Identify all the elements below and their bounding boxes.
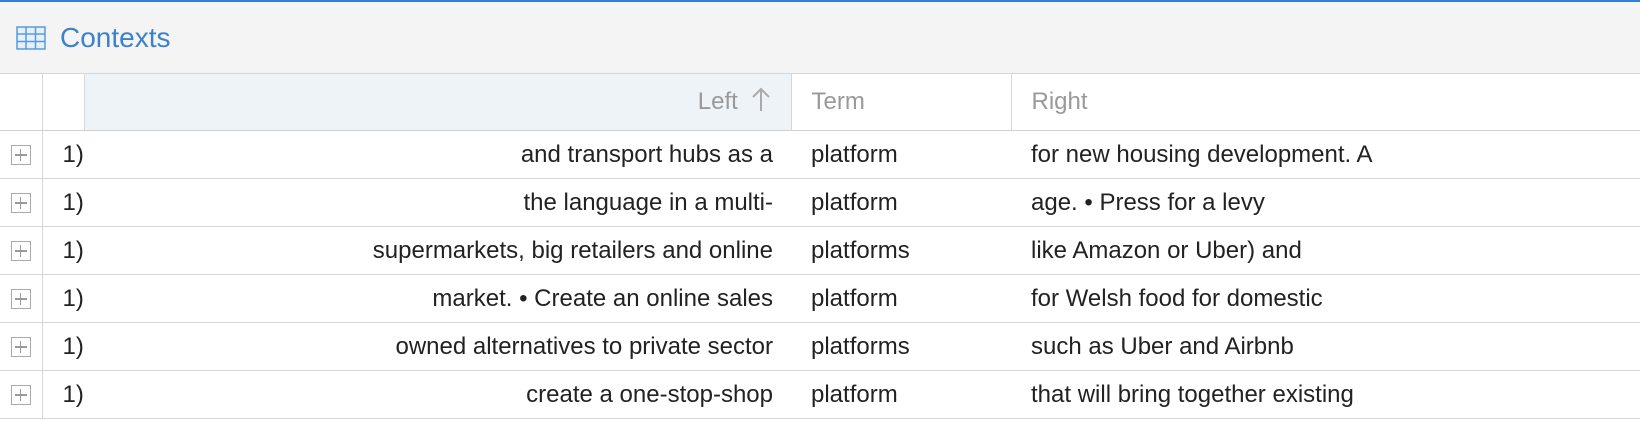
header-expand-column <box>0 74 43 131</box>
panel-title: Contexts <box>60 21 171 53</box>
expand-plus-icon[interactable] <box>10 385 31 406</box>
context-right: that will bring together existing <box>1011 370 1640 419</box>
row-number: 1) <box>42 226 84 275</box>
expand-plus-icon[interactable] <box>10 337 31 358</box>
context-right: age. • Press for a levy <box>1011 178 1640 227</box>
context-right: for Welsh food for domestic <box>1011 274 1640 323</box>
table-row[interactable]: 1) supermarkets, big retailers and online… <box>0 226 1640 275</box>
column-header-left[interactable]: Left <box>84 74 792 131</box>
column-header-term[interactable]: Term <box>791 74 1012 131</box>
expand-plus-icon[interactable] <box>10 289 31 310</box>
context-right: like Amazon or Uber) and <box>1011 226 1640 275</box>
context-left: owned alternatives to private sector <box>84 322 791 371</box>
row-expand-cell[interactable] <box>0 274 43 323</box>
expand-plus-icon[interactable] <box>10 241 31 262</box>
table-row[interactable]: 1) create a one-stop-shop platform that wil… <box>0 370 1640 419</box>
row-number: 1) <box>42 178 84 227</box>
row-number: 1) <box>42 370 84 419</box>
context-left: the language in a multi- <box>84 178 791 227</box>
context-left: market. • Create an online sales <box>84 274 791 323</box>
expand-plus-icon[interactable] <box>10 145 31 166</box>
context-term: platform <box>791 130 1011 179</box>
table-row[interactable]: 1) the language in a multi-platform age. •… <box>0 178 1640 227</box>
context-left: supermarkets, big retailers and online <box>84 226 791 275</box>
row-number: 1) <box>42 130 84 179</box>
row-number: 1) <box>42 322 84 371</box>
expand-plus-icon[interactable] <box>10 193 31 214</box>
context-right: for new housing development. A <box>1011 130 1640 179</box>
row-expand-cell[interactable] <box>0 130 43 179</box>
table-row[interactable]: 1) market. • Create an online sales platfo… <box>0 274 1640 323</box>
row-expand-cell[interactable] <box>0 178 43 227</box>
context-term: platform <box>791 178 1011 227</box>
header-number-column <box>42 74 85 131</box>
row-expand-cell[interactable] <box>0 226 43 275</box>
table-row[interactable]: 1) and transport hubs as a platform for new… <box>0 130 1640 179</box>
table-grid-icon <box>16 25 46 50</box>
context-term: platforms <box>791 226 1011 275</box>
context-term: platform <box>791 370 1011 419</box>
panel-header: Contexts <box>0 0 1640 74</box>
table-header-row: Left Term Right <box>0 74 1640 131</box>
sort-ascending-arrow-icon <box>751 86 771 119</box>
context-term: platform <box>791 274 1011 323</box>
column-header-right[interactable]: Right <box>1011 74 1640 131</box>
context-left: create a one-stop-shop <box>84 370 791 419</box>
contexts-table: Left Term Right 1) and transport hubs as … <box>0 74 1640 419</box>
row-number: 1) <box>42 274 84 323</box>
column-header-left-label: Left <box>697 87 738 115</box>
context-term: platforms <box>791 322 1011 371</box>
context-left: and transport hubs as a <box>84 130 791 179</box>
context-right: such as Uber and Airbnb <box>1011 322 1640 371</box>
row-expand-cell[interactable] <box>0 370 43 419</box>
row-expand-cell[interactable] <box>0 322 43 371</box>
table-row[interactable]: 1) owned alternatives to private sector pl… <box>0 322 1640 371</box>
